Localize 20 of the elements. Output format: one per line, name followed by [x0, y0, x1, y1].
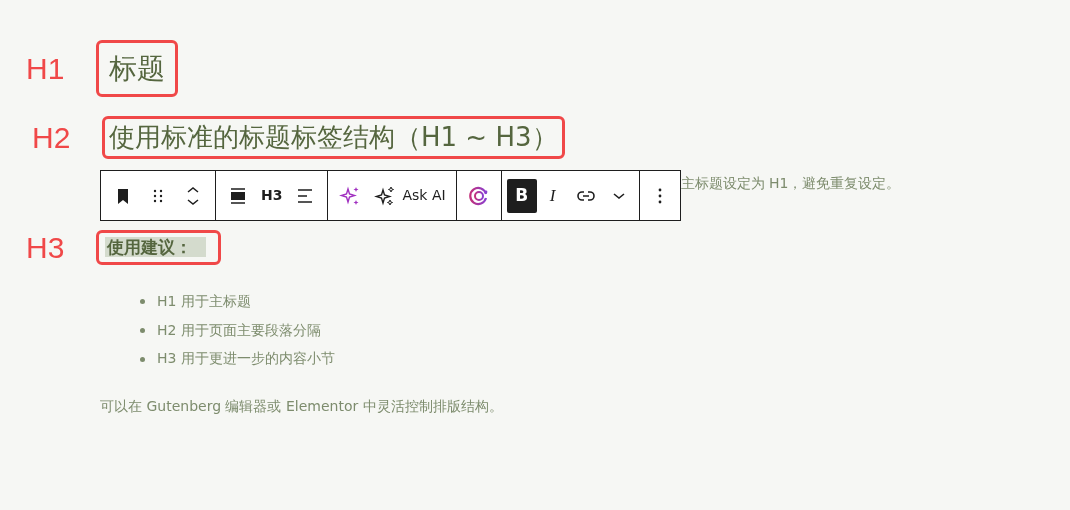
ask-ai-button[interactable]: Ask AI [368, 178, 451, 213]
italic-button[interactable]: I [537, 178, 568, 213]
list-item: H2 用于页面主要段落分隔 [157, 320, 321, 340]
paragraph-text: 可以在 Gutenberg 编辑器或 Elementor 中灵活控制排版结构。 [100, 396, 503, 416]
heading-level-label: H2 [32, 120, 72, 157]
heading-text: 标题 [96, 40, 178, 98]
chevron-down-icon [612, 192, 625, 199]
list-item: H1 用于主标题 [157, 292, 251, 312]
paragraph-text: 主标题设定为 H1，避免重复设定。 [680, 174, 901, 194]
heading-level-label: H3 [26, 230, 66, 267]
format-button[interactable]: B [506, 178, 537, 213]
list-item: H3 用于更进一步的内容小节 [157, 349, 335, 369]
heading-text: 使用标准的标题标签结构（H1 ~ H3） [102, 116, 565, 159]
heading-text: 使用建议： [96, 229, 221, 266]
format-button[interactable]: H3 [256, 178, 288, 213]
bullet-dot [140, 328, 145, 334]
more-options-icon [657, 187, 662, 204]
heading-level-label: H1 [26, 51, 66, 88]
bullet-dot [140, 299, 145, 305]
bullet-dot [140, 356, 145, 362]
